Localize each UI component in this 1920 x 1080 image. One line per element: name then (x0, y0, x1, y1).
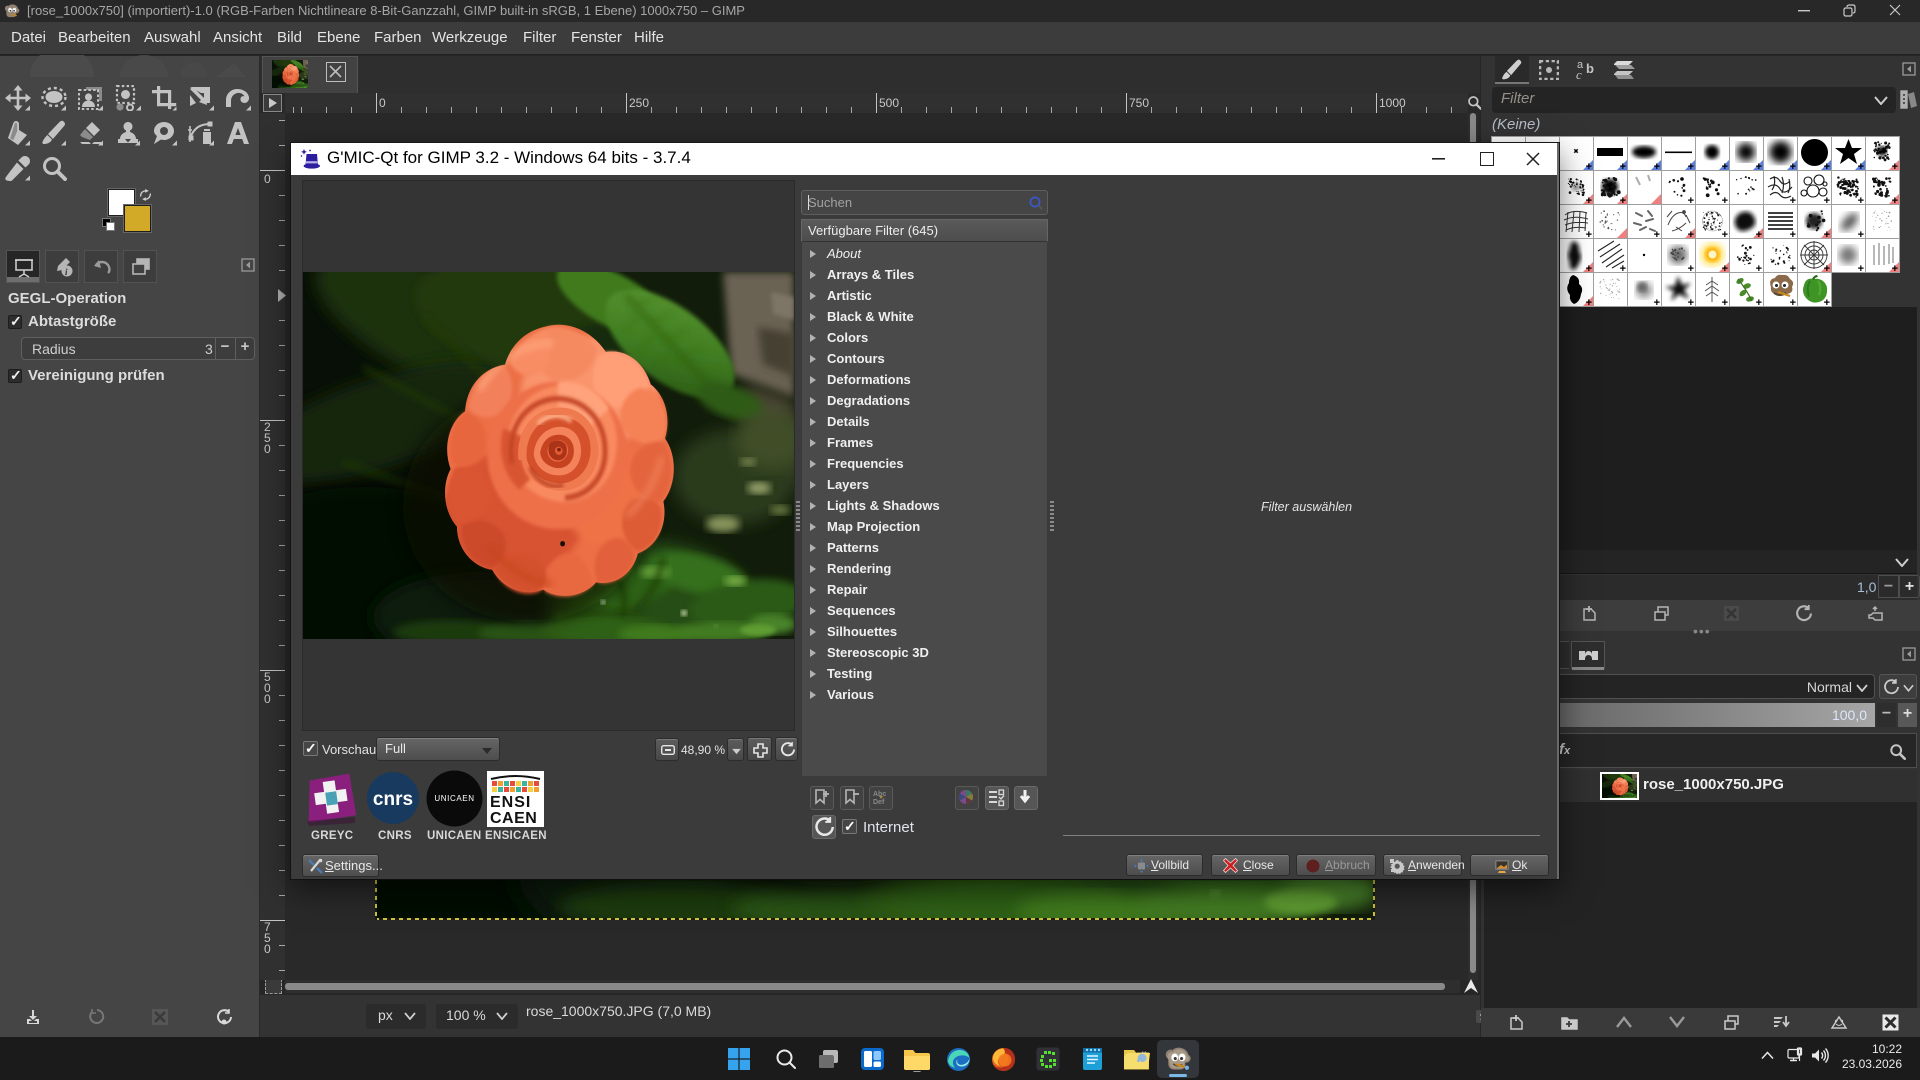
svg-text:ENSI: ENSI (490, 794, 531, 811)
svg-text:UNICAEN: UNICAEN (434, 794, 474, 803)
svg-text:Def: Def (873, 799, 885, 806)
svg-text:cnrs: cnrs (373, 789, 413, 810)
svg-text:CAEN: CAEN (490, 810, 537, 827)
